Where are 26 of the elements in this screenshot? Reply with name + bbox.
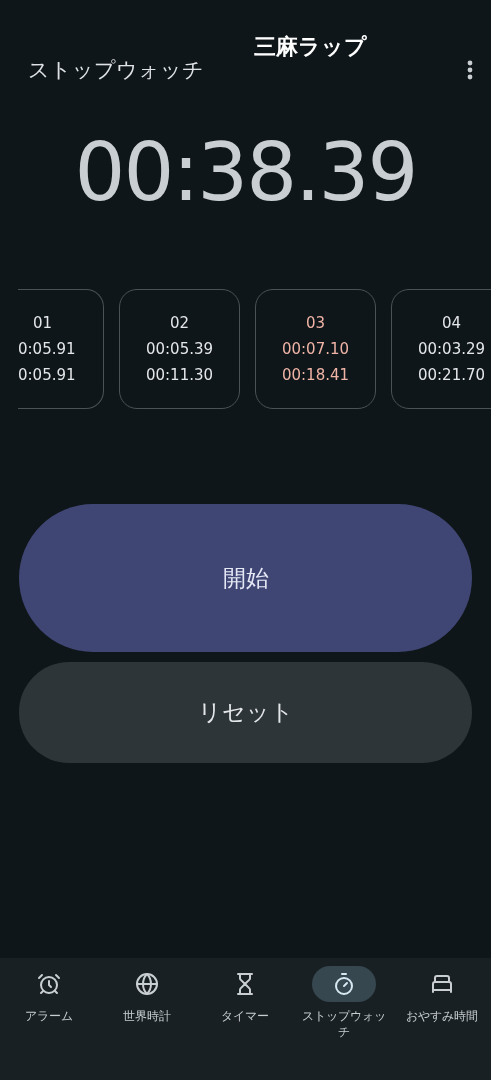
elapsed-time: 00:38.39 bbox=[73, 126, 418, 219]
lap-time: 0:05.91 bbox=[18, 340, 76, 358]
nav-tab[interactable]: 世界時計 bbox=[98, 966, 197, 1080]
bed-icon bbox=[429, 972, 454, 996]
page-title: ストップウォッチ bbox=[28, 57, 204, 84]
reset-button[interactable]: リセット bbox=[19, 662, 472, 763]
lap-number: 03 bbox=[305, 314, 326, 332]
globe-icon bbox=[135, 972, 160, 996]
lap-number: 02 bbox=[169, 314, 190, 332]
lap-number: 01 bbox=[33, 314, 53, 332]
alarm-clock-icon bbox=[37, 972, 62, 996]
lap-number: 04 bbox=[441, 314, 462, 332]
lap-time: 00:05.39 bbox=[145, 340, 214, 358]
nav-tab[interactable]: ストップウォッチ bbox=[294, 966, 393, 1080]
lap-title: 三麻ラップ bbox=[254, 33, 367, 61]
nav-tab[interactable]: おやすみ時間 bbox=[392, 966, 491, 1080]
lap-time: 00:03.29 bbox=[417, 340, 486, 358]
total-time: 00:21.70 bbox=[417, 366, 486, 384]
total-time: 0:05.91 bbox=[18, 366, 76, 384]
total-time: 00:11.30 bbox=[145, 366, 214, 384]
nav-tab[interactable]: タイマー bbox=[196, 966, 295, 1080]
more-menu-icon[interactable] bbox=[467, 60, 473, 80]
lap-time: 00:07.10 bbox=[281, 340, 350, 358]
start-button[interactable]: 開始 bbox=[19, 504, 472, 652]
total-time: 00:18.41 bbox=[281, 366, 350, 384]
nav-tab[interactable]: アラーム bbox=[0, 966, 99, 1080]
